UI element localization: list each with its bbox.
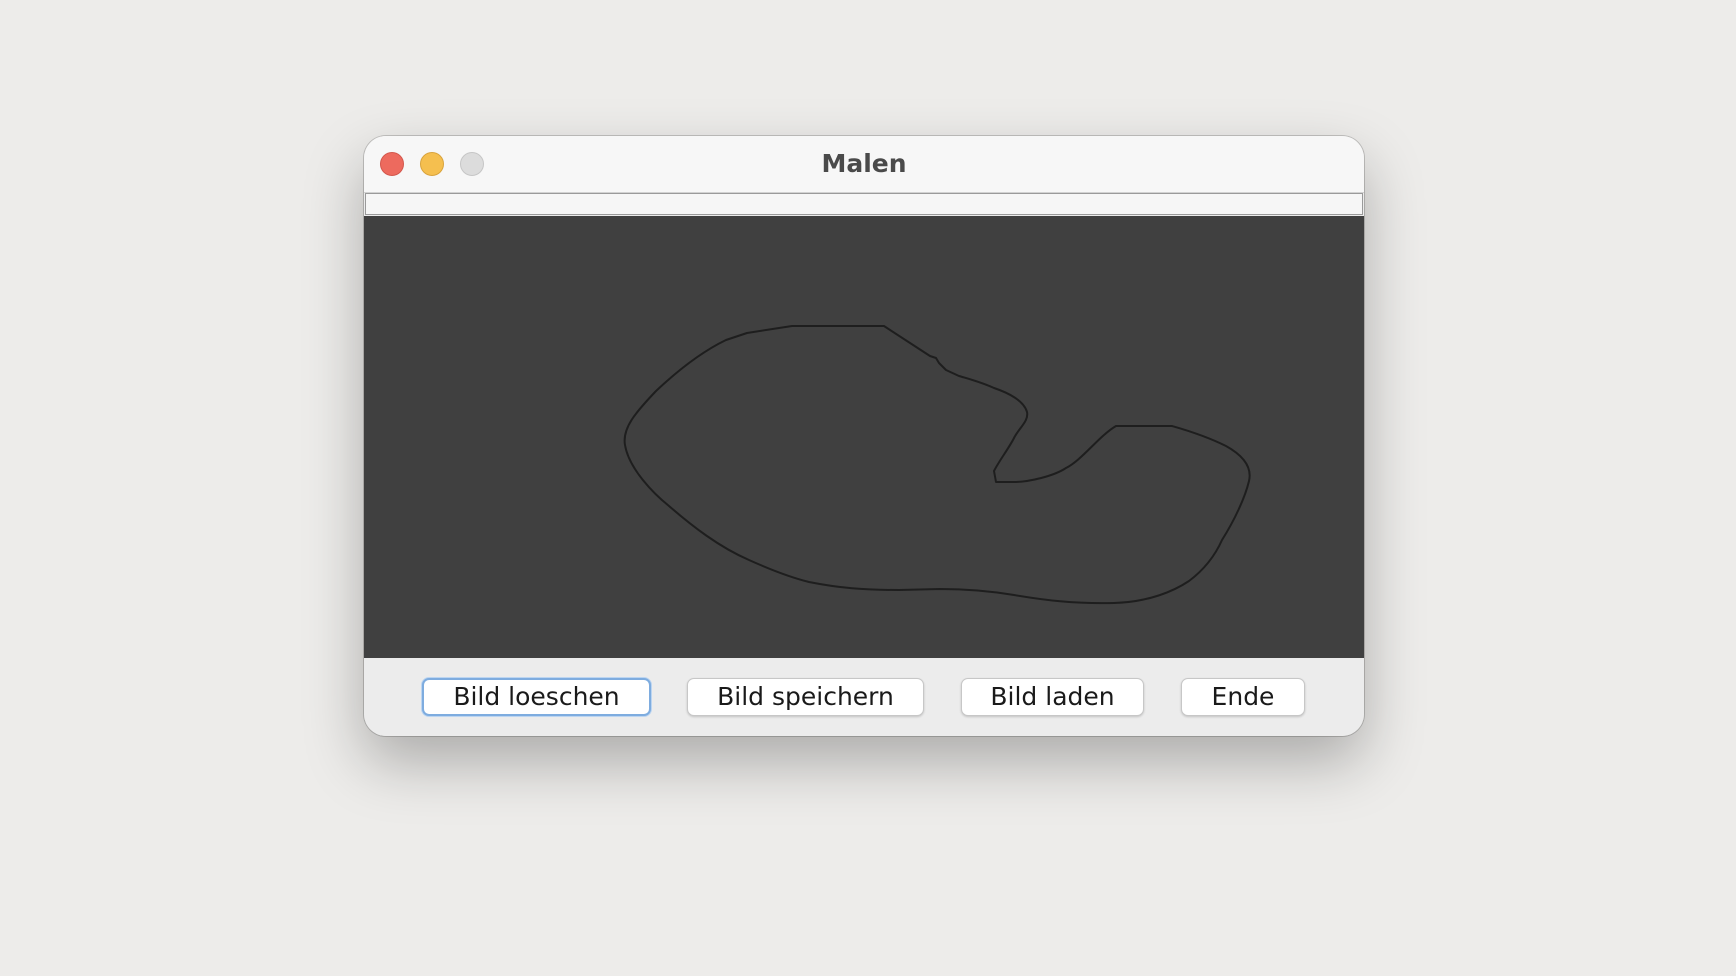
exit-button[interactable]: Ende (1181, 678, 1305, 716)
title-bar[interactable]: Malen (364, 136, 1364, 193)
toolbar-strip (365, 193, 1363, 215)
app-window: Malen Bild loeschen Bild speichern Bild … (364, 136, 1364, 736)
clear-image-button[interactable]: Bild loeschen (422, 678, 651, 716)
button-bar: Bild loeschen Bild speichern Bild laden … (364, 658, 1364, 736)
save-image-button[interactable]: Bild speichern (687, 678, 924, 716)
load-image-button[interactable]: Bild laden (961, 678, 1144, 716)
drawing-surface (623, 325, 1251, 605)
freehand-stroke (623, 325, 1251, 605)
drawing-canvas[interactable] (364, 216, 1364, 658)
window-title: Malen (821, 149, 907, 178)
